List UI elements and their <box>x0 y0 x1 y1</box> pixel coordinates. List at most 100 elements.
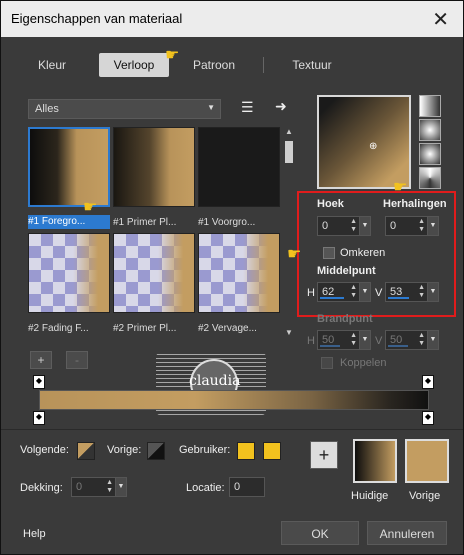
spin-arrows-icon[interactable]: ▲ ▼ <box>418 284 425 300</box>
tab-verloop[interactable]: Verloop <box>99 53 169 77</box>
value-bar <box>320 345 340 347</box>
gradient-grid: #1 Foregro... #1 Primer Pl... #1 Voorgro… <box>28 127 280 337</box>
watermark-text: claudia <box>189 373 241 389</box>
dekking-input[interactable]: 0 ▲ ▼ ▼ <box>71 477 127 497</box>
chevron-down-icon[interactable]: ▼ <box>359 282 371 302</box>
add-custom-button[interactable]: + <box>310 441 338 469</box>
vorige-large-swatch[interactable] <box>405 439 449 483</box>
gradient-preview <box>198 127 280 207</box>
locatie-value: 0 <box>234 481 241 493</box>
thumb-caption: #1 Foregro... <box>28 215 110 229</box>
sunburst-style-button[interactable] <box>419 167 441 189</box>
gradient-thumb[interactable]: #1 Primer Pl... <box>113 127 195 228</box>
vorige-swatch[interactable] <box>147 442 165 460</box>
spin-arrows-icon[interactable]: ▲ ▼ <box>350 218 357 234</box>
tab-textuur[interactable]: Textuur <box>277 53 347 77</box>
radial-style-button[interactable] <box>419 143 441 165</box>
title-bar: Eigenschappen van materiaal ✕ <box>1 1 463 37</box>
gradient-thumb[interactable]: #2 Primer Pl... <box>113 233 195 334</box>
herhalingen-input[interactable]: 0 ▲ ▼ ▼ <box>385 216 439 236</box>
gradient-thumb[interactable]: #1 Foregro... <box>28 127 110 229</box>
middelpunt-h-input[interactable]: 62 ▲ ▼ ▼ <box>317 282 371 302</box>
brandpunt-v-input[interactable]: 50 ▲ ▼ ▼ <box>385 330 439 350</box>
value-bar <box>320 297 344 299</box>
gradient-thumb[interactable]: #2 Vervage... <box>198 233 280 334</box>
gradient-preview-large: ⊕ <box>317 95 411 189</box>
middelpunt-label: Middelpunt <box>317 265 376 277</box>
hoek-input[interactable]: 0 ▲ ▼ ▼ <box>317 216 371 236</box>
brandpunt-v-label: V <box>375 335 383 347</box>
pointing-hand-icon: ☛ <box>165 47 180 64</box>
chevron-down-icon[interactable]: ▼ <box>359 330 371 350</box>
ok-button[interactable]: OK <box>281 521 359 545</box>
tab-patroon[interactable]: Patroon <box>179 53 249 77</box>
color-stop-marker[interactable]: ◆ <box>33 411 45 425</box>
huidige-swatch[interactable] <box>353 439 397 483</box>
koppelen-label: Koppelen <box>340 357 387 369</box>
help-link[interactable]: Help <box>23 528 46 540</box>
thumb-caption: #2 Vervage... <box>198 323 257 334</box>
spin-arrows-icon[interactable]: ▲ ▼ <box>350 284 357 300</box>
gebruiker-swatch-2[interactable] <box>263 442 281 460</box>
gradient-editor-bar[interactable] <box>39 390 429 410</box>
spin-arrows-icon[interactable]: ▲ ▼ <box>418 332 425 348</box>
tab-divider <box>263 57 264 73</box>
arrow-right-icon[interactable]: ➜ <box>275 98 287 115</box>
scroll-thumb[interactable] <box>285 141 293 163</box>
close-icon[interactable]: ✕ <box>432 7 449 32</box>
gradient-thumb[interactable]: #2 Fading F... <box>28 233 110 334</box>
pointing-hand-icon: ☛ <box>287 246 302 263</box>
remove-stop-button[interactable]: - <box>66 351 88 369</box>
cancel-button[interactable]: Annuleren <box>367 521 447 545</box>
value-bar <box>388 345 408 347</box>
chevron-down-icon[interactable]: ▼ <box>115 477 127 497</box>
locatie-input[interactable]: 0 <box>229 477 265 497</box>
opacity-stop-marker[interactable]: ◆ <box>33 375 45 389</box>
chevron-down-icon[interactable]: ▼ <box>427 282 439 302</box>
chevron-down-icon[interactable]: ▼ <box>359 216 371 236</box>
gebruiker-label: Gebruiker: <box>179 444 231 456</box>
omkeren-checkbox[interactable] <box>323 247 335 259</box>
middelpunt-v-input[interactable]: 53 ▲ ▼ ▼ <box>385 282 439 302</box>
scroll-down-icon[interactable]: ▼ <box>285 328 293 337</box>
pointing-hand-icon: ☛ <box>83 199 98 216</box>
locatie-label: Locatie: <box>186 482 225 494</box>
herhalingen-value: 0 <box>390 220 397 232</box>
gradient-thumb[interactable]: #1 Voorgro... <box>198 127 280 228</box>
list-view-icon[interactable]: ☰ <box>241 99 254 116</box>
koppelen-checkbox[interactable] <box>321 357 333 369</box>
huidige-label: Huidige <box>351 490 389 502</box>
grid-scrollbar[interactable]: ▲ ▼ <box>283 127 295 337</box>
spin-arrows-icon[interactable]: ▲ ▼ <box>350 332 357 348</box>
linear-style-button[interactable] <box>419 95 441 117</box>
value-bar <box>388 297 409 299</box>
volgende-label: Volgende: <box>20 444 69 456</box>
volgende-swatch[interactable] <box>77 442 95 460</box>
chevron-down-icon[interactable]: ▼ <box>427 216 439 236</box>
spin-arrows-icon[interactable]: ▲ ▼ <box>106 479 113 495</box>
rectangular-style-button[interactable] <box>419 119 441 141</box>
add-stop-button[interactable]: + <box>30 351 52 369</box>
center-crosshair-icon[interactable]: ⊕ <box>369 141 377 152</box>
gradient-preview <box>28 233 110 313</box>
gradient-preview <box>113 233 195 313</box>
brandpunt-h-input[interactable]: 50 ▲ ▼ ▼ <box>317 330 371 350</box>
opacity-stop-marker[interactable]: ◆ <box>422 375 434 389</box>
divider <box>1 429 463 430</box>
spin-arrows-icon[interactable]: ▲ ▼ <box>418 218 425 234</box>
h-label: H <box>307 287 315 299</box>
gebruiker-swatch-1[interactable] <box>237 442 255 460</box>
tab-kleur[interactable]: Kleur <box>17 53 87 77</box>
thumb-caption: #2 Primer Pl... <box>113 323 177 334</box>
thumb-caption: #1 Primer Pl... <box>113 217 177 228</box>
gradient-category-select[interactable]: Alles ▼ <box>28 99 221 119</box>
color-stop-marker[interactable]: ◆ <box>422 411 434 425</box>
scroll-up-icon[interactable]: ▲ <box>285 127 293 136</box>
dialog-title: Eigenschappen van materiaal <box>11 11 183 26</box>
vorige-label: Vorige: <box>107 444 142 456</box>
category-value: Alles <box>35 103 59 115</box>
chevron-down-icon[interactable]: ▼ <box>427 330 439 350</box>
hoek-label: Hoek <box>317 198 344 210</box>
gradient-preview <box>198 233 280 313</box>
dekking-label: Dekking: <box>20 482 63 494</box>
